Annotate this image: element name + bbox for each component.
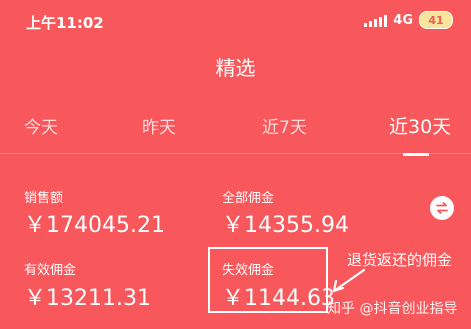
status-time: 上午11:02 [26,14,104,32]
divider [0,153,471,154]
date-range-tabs: 今天 昨天 近7天 近30天 [0,112,471,156]
status-indicators: 4G 41 [364,11,453,29]
valid-commission-value: ￥13211.31 [24,286,151,311]
tab-today[interactable]: 今天 [24,113,58,138]
network-type: 4G [393,12,413,28]
battery-level: 41 [428,13,444,27]
sales-value: ￥174045.21 [24,213,165,238]
tab-last-7-days[interactable]: 近7天 [262,113,307,138]
sales-label: 销售额 [24,191,64,206]
signal-icon [364,13,388,27]
total-commission-label: 全部佣金 [222,191,275,206]
valid-commission-label: 有效佣金 [24,263,77,278]
tab-yesterday[interactable]: 昨天 [142,113,176,138]
watermark: 知乎 @抖音创业指导 [327,301,458,317]
invalid-commission-label: 失效佣金 [222,263,275,278]
page-title: 精选 [215,56,256,80]
swap-icon [436,202,448,214]
battery-icon: 41 [419,11,453,29]
arrow-icon [332,268,366,293]
total-commission-value: ￥14355.94 [222,213,349,238]
swap-button[interactable] [430,196,454,220]
tab-last-30-days[interactable]: 近30天 [389,112,451,139]
status-bar: 上午11:02 4G 41 [0,0,471,40]
invalid-commission-value: ￥1144.63 [222,286,335,311]
